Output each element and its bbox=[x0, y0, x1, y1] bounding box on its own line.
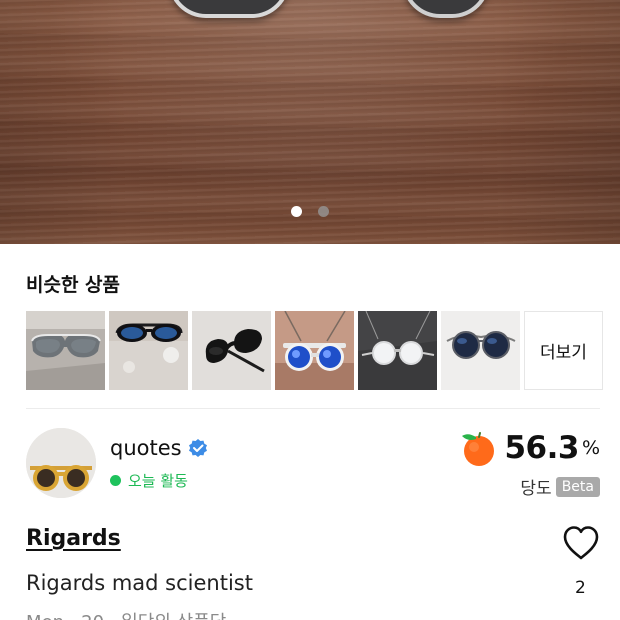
sweetness-label: 당도 bbox=[520, 479, 552, 499]
similar-product-3[interactable] bbox=[192, 311, 271, 390]
gallery-dot-1[interactable] bbox=[291, 206, 302, 217]
black-cat-eye-sunglasses-icon bbox=[192, 311, 271, 390]
gallery-dot-2[interactable] bbox=[318, 206, 329, 217]
avatar[interactable] bbox=[26, 428, 96, 498]
product-subtitle: Rigards mad scientist bbox=[26, 571, 253, 595]
verified-badge-icon bbox=[188, 439, 207, 457]
sweetness-value: 56.3 bbox=[504, 430, 579, 466]
similar-product-6[interactable] bbox=[441, 311, 520, 390]
sweetness-score[interactable]: 56.3 % 당도 Beta bbox=[458, 428, 600, 499]
black-oval-blue-lens-sunglasses-icon bbox=[109, 311, 188, 390]
seller-name[interactable]: quotes bbox=[110, 436, 182, 460]
similar-products-title: 비슷한 상품 bbox=[26, 274, 121, 296]
similar-product-4[interactable] bbox=[275, 311, 354, 390]
product-meta: Men · 20 · 일단의 상품당 bbox=[26, 610, 326, 620]
seller-info[interactable]: quotes 오늘 활동 56.3 % 당도 Beta bbox=[26, 428, 600, 500]
round-blue-mirror-sunglasses-icon bbox=[275, 311, 354, 390]
product-image-gallery[interactable] bbox=[0, 0, 620, 244]
activity-label: 오늘 활동 bbox=[128, 472, 188, 490]
like-count: 2 bbox=[575, 578, 586, 598]
silver-flat-lens-sunglasses-icon bbox=[26, 311, 105, 390]
gallery-pagination bbox=[0, 206, 620, 217]
heart-icon[interactable] bbox=[562, 525, 600, 561]
similar-product-2[interactable] bbox=[109, 311, 188, 390]
product-title[interactable]: Rigards bbox=[26, 526, 121, 551]
similar-products-row: 더보기 bbox=[26, 311, 603, 390]
online-dot-icon bbox=[110, 475, 121, 486]
round-silver-mirror-sunglasses-icon bbox=[358, 311, 437, 390]
similar-more-button[interactable]: 더보기 bbox=[524, 311, 603, 390]
seller-avatar-sunglasses-icon bbox=[26, 428, 96, 498]
product-meta-text: Men · 20 · 일단의 상품당 bbox=[26, 612, 226, 620]
seller-name-row[interactable]: quotes bbox=[110, 436, 208, 460]
tangerine-icon bbox=[462, 432, 495, 466]
similar-product-1[interactable] bbox=[26, 311, 105, 390]
seller-activity: 오늘 활동 bbox=[110, 470, 188, 491]
section-divider bbox=[26, 408, 600, 409]
sweetness-unit: % bbox=[581, 437, 600, 459]
round-dark-blue-lens-sunglasses-icon bbox=[441, 311, 520, 390]
similar-product-5[interactable] bbox=[358, 311, 437, 390]
beta-badge: Beta bbox=[555, 476, 600, 497]
